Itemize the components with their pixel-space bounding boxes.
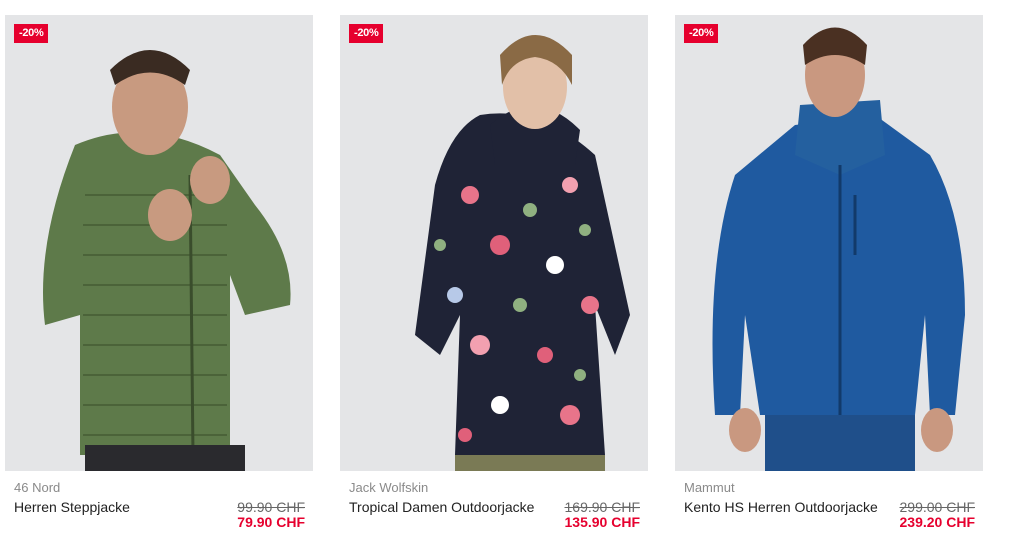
old-price: 169.90 CHF xyxy=(564,499,640,515)
old-price: 299.00 CHF xyxy=(899,499,975,515)
product-image[interactable]: -20% xyxy=(340,15,648,471)
discount-badge: -20% xyxy=(14,24,49,43)
old-price: 99.90 CHF xyxy=(237,499,305,515)
discount-badge: -20% xyxy=(349,24,384,43)
product-name[interactable]: Herren Steppjacke xyxy=(14,499,130,515)
product-brand: Jack Wolfskin xyxy=(349,480,429,495)
discount-badge: -20% xyxy=(684,24,719,43)
product-photo-green-puffer-jacket xyxy=(5,15,313,471)
product-card[interactable]: -20% 46 Nord Herren Steppjacke 99.90 CHF… xyxy=(5,15,313,545)
product-photo-blue-shell-jacket xyxy=(675,15,983,471)
product-card[interactable]: -20% Mammut Kento HS Herren Outdoorjacke… xyxy=(675,15,983,545)
product-brand: 46 Nord xyxy=(14,480,61,495)
product-name[interactable]: Kento HS Herren Outdoorjacke xyxy=(684,499,878,515)
product-photo-floral-jacket xyxy=(340,15,648,471)
product-brand: Mammut xyxy=(684,480,735,495)
product-name[interactable]: Tropical Damen Outdoorjacke xyxy=(349,499,534,515)
product-card[interactable]: -20% Jack Wolfskin Tropical Damen Outdoo… xyxy=(340,15,648,545)
sale-price: 79.90 CHF xyxy=(237,514,305,530)
sale-price: 135.90 CHF xyxy=(564,514,640,530)
product-image[interactable]: -20% xyxy=(675,15,983,471)
product-image[interactable]: -20% xyxy=(5,15,313,471)
sale-price: 239.20 CHF xyxy=(899,514,975,530)
